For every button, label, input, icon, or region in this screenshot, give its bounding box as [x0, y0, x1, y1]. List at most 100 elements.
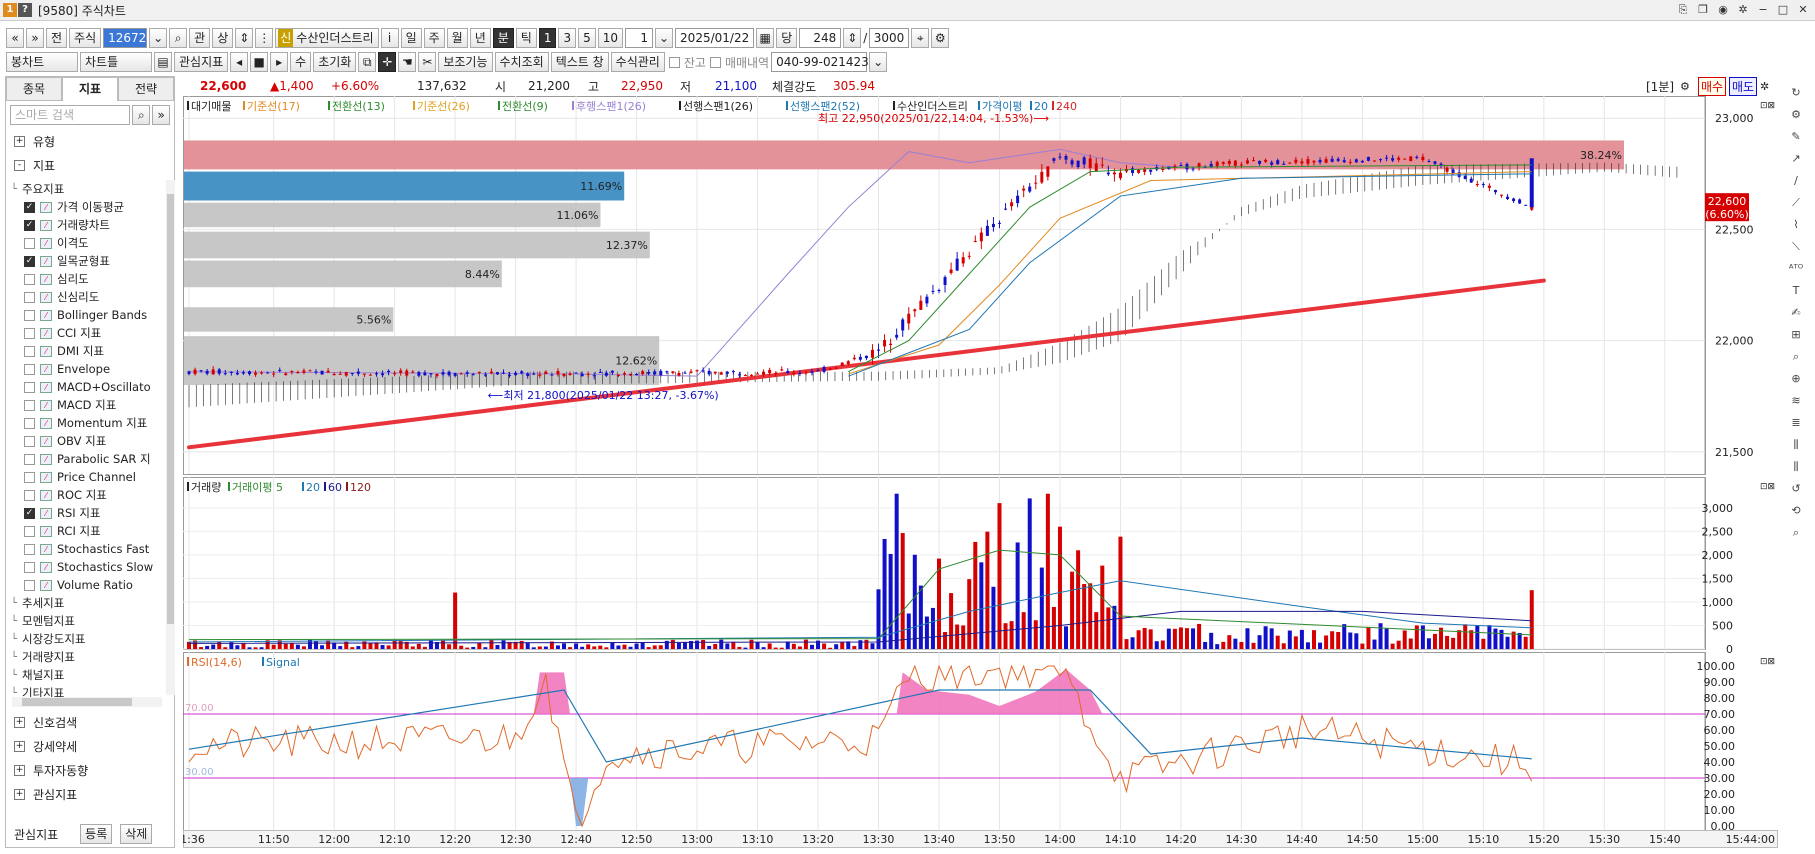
indicator-checkbox[interactable]	[24, 471, 35, 483]
vertical-scrollbar[interactable]	[166, 180, 175, 695]
close-icon[interactable]: ✕	[1795, 2, 1811, 18]
stock-name-button[interactable]: 신 수산인더스트리	[275, 28, 379, 48]
draw-tool-icon[interactable]: ✍	[1788, 305, 1804, 321]
draw-tool-icon[interactable]: ⊞	[1788, 327, 1804, 343]
indicator-item[interactable]: ⁄ Bollinger Bands	[6, 306, 166, 324]
draw-tool-icon[interactable]: ↻	[1788, 85, 1804, 101]
interval-5[interactable]: 5	[578, 28, 596, 48]
bottom-group[interactable]: + 강세약세	[6, 734, 174, 758]
horizontal-scrollbar[interactable]	[12, 697, 162, 707]
scissors-icon[interactable]: ✂	[418, 52, 437, 72]
gwan-button[interactable]: 관	[189, 28, 211, 48]
period-year[interactable]: 년	[469, 28, 491, 48]
collapse-icon[interactable]: »	[152, 105, 170, 125]
indicator-group[interactable]: └ 모멘텀지표	[6, 612, 166, 630]
expand-icon[interactable]: +	[14, 788, 25, 800]
indicator-checkbox[interactable]	[24, 327, 35, 339]
draw-tool-icon[interactable]: ⟋	[1788, 195, 1804, 211]
total-input[interactable]: 3000	[869, 28, 910, 48]
indicator-checkbox[interactable]	[24, 363, 35, 375]
indicator-checkbox[interactable]	[24, 309, 35, 321]
indicator-checkbox[interactable]	[24, 561, 35, 573]
calendar-icon[interactable]: ▦	[756, 28, 775, 48]
left-arrow-icon[interactable]: ◂	[230, 52, 249, 72]
draw-tool-icon[interactable]: ✎	[1788, 129, 1804, 145]
indicator-checkbox[interactable]	[24, 273, 35, 285]
scroll-thumb[interactable]	[22, 698, 132, 706]
interval-1[interactable]: 1	[538, 28, 557, 48]
indicator-checkbox[interactable]	[24, 237, 35, 249]
count-input[interactable]: 248	[799, 28, 842, 48]
indicator-item[interactable]: ⁄ DMI 지표	[6, 342, 166, 360]
interval-3[interactable]: 3	[558, 28, 577, 48]
indicator-item[interactable]: ⁄ OBV 지표	[6, 432, 166, 450]
collapse-icon[interactable]: -	[14, 159, 25, 171]
trade-checkbox[interactable]	[709, 56, 721, 68]
buy-button[interactable]: 매수	[1698, 76, 1727, 96]
account-select[interactable]: 040-99-021423	[771, 52, 869, 72]
formula-manage-button[interactable]: 수식관리	[610, 52, 665, 72]
draw-tool-icon[interactable]: ⫼	[1788, 437, 1804, 453]
indicator-item[interactable]: ⁄ RCI 지표	[6, 522, 166, 540]
indicator-checkbox[interactable]: ✓	[24, 507, 35, 519]
indicator-checkbox[interactable]	[24, 489, 35, 501]
register-button[interactable]: 등록	[80, 824, 113, 844]
prev-nav-button[interactable]: »	[26, 28, 44, 48]
number-button[interactable]: 수	[290, 52, 312, 72]
indicator-item[interactable]: ⁄ Price Channel	[6, 468, 166, 486]
indicator-checkbox[interactable]	[24, 291, 35, 303]
indicator-item[interactable]: ⁄ ROC 지표	[6, 486, 166, 504]
info-button[interactable]: i	[380, 28, 399, 48]
indicator-item[interactable]: ✓ ⁄ 일목균형표	[6, 252, 166, 270]
indicator-checkbox[interactable]	[24, 381, 35, 393]
balance-checkbox[interactable]	[668, 56, 680, 68]
prev-button[interactable]: 전	[46, 28, 68, 48]
chart-frame-button[interactable]: 차트틀	[80, 52, 152, 72]
search-icon[interactable]: ⌕	[132, 105, 151, 125]
indicator-item[interactable]: ⁄ Stochastics Fast	[6, 540, 166, 558]
grid-icon[interactable]: ▤	[154, 52, 172, 72]
sell-button[interactable]: 매도	[1729, 76, 1758, 96]
indicator-item[interactable]: ✓ ⁄ 가격 이동평균	[6, 198, 166, 216]
right-arrow-icon[interactable]: ▸	[270, 52, 289, 72]
dang-button[interactable]: 당	[776, 28, 798, 48]
gear-icon[interactable]: ⚙	[1680, 80, 1690, 93]
group-type[interactable]: + 유형	[6, 129, 174, 153]
interval-10[interactable]: 10	[597, 28, 624, 48]
draw-tool-icon[interactable]: ⫼	[1788, 459, 1804, 475]
help-icon[interactable]: ?	[18, 3, 32, 17]
indicator-item[interactable]: ⁄ MACD+Oscillato	[6, 378, 166, 396]
draw-tool-icon[interactable]: ᴬᵀᴼ	[1788, 261, 1804, 277]
delete-button[interactable]: 삭제	[120, 824, 153, 844]
stock-code-input[interactable]: 126720	[103, 28, 154, 48]
minimize-icon[interactable]: −	[1755, 2, 1771, 18]
indicator-item[interactable]: ⁄ CCI 지표	[6, 324, 166, 342]
menu-dots-icon[interactable]: ⋮	[255, 28, 274, 48]
draw-tool-icon[interactable]: ⌕	[1788, 349, 1804, 365]
camera-icon[interactable]: ◉	[1715, 2, 1731, 18]
settings-icon[interactable]: ✲	[1735, 2, 1751, 18]
expand-icon[interactable]: +	[14, 716, 25, 728]
tab-strategy[interactable]: 전략	[118, 77, 174, 101]
indicator-checkbox[interactable]	[24, 417, 35, 429]
scroll-thumb[interactable]	[167, 194, 174, 624]
indicator-group[interactable]: └ 채널지표	[6, 666, 166, 684]
draw-tool-icon[interactable]: ⌕	[1788, 525, 1804, 541]
chevron-down-icon[interactable]: ⌄	[655, 28, 674, 48]
indicator-item[interactable]: ⁄ 심리도	[6, 270, 166, 288]
indicator-checkbox[interactable]	[24, 543, 35, 555]
draw-tool-icon[interactable]: ⚙	[1788, 107, 1804, 123]
draw-tool-icon[interactable]: T	[1788, 283, 1804, 299]
chart-area[interactable]: 22,600 ▲1,400 +6.60% 137,632 시 21,200 고 …	[183, 76, 1780, 848]
restore-copy-icon[interactable]: ❐	[1695, 2, 1711, 18]
tab-indicator[interactable]: 지표	[62, 77, 118, 101]
indicator-checkbox[interactable]: ✓	[24, 219, 35, 231]
draw-tool-icon[interactable]: ↺	[1788, 481, 1804, 497]
indicator-group[interactable]: └ 추세지표	[6, 594, 166, 612]
draw-tool-icon[interactable]: ⊕	[1788, 371, 1804, 387]
market-button[interactable]: 주식	[69, 28, 102, 48]
hand-icon[interactable]: ☚	[398, 52, 417, 72]
expand-icon[interactable]: +	[14, 740, 25, 752]
reset-button[interactable]: 초기화	[313, 52, 357, 72]
text-window-button[interactable]: 텍스트 창	[550, 52, 609, 72]
